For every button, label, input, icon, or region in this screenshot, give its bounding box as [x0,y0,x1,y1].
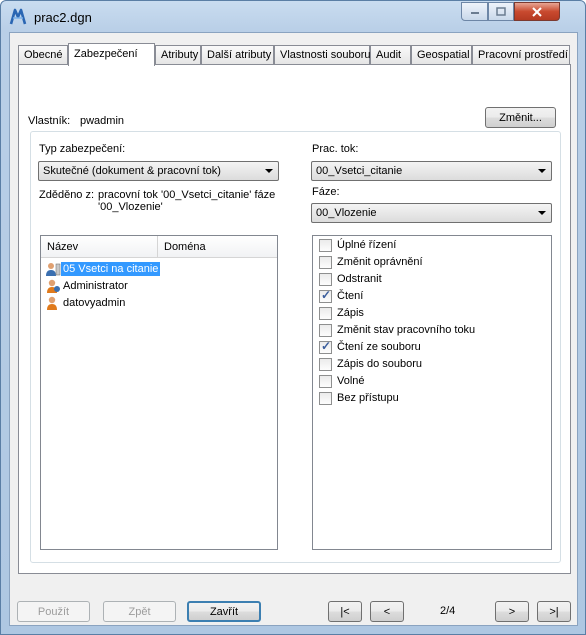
close-icon [532,6,542,17]
group-icon [46,263,61,276]
users-list-header: Název Doména [41,236,277,258]
maximize-button[interactable] [488,2,514,21]
security-type-select[interactable]: Skutečné (dokument & pracovní tok) [38,161,279,181]
checkbox[interactable] [319,324,332,337]
phase-select[interactable]: 00_Vlozenie [311,203,552,223]
tab-atributy[interactable]: Atributy [155,45,201,64]
change-owner-button[interactable]: Změnit... [485,107,556,128]
security-type-value: Skutečné (dokument & pracovní tok) [43,165,221,177]
check-icon: ✓ [321,288,332,302]
column-domain-header[interactable]: Doména [164,241,206,253]
permission-label: Změnit stav pracovního toku [337,324,476,336]
chevron-down-icon [538,169,546,173]
user-name: datovyadmin [63,297,126,309]
checkbox[interactable] [319,375,332,388]
tab-audit[interactable]: Audit [370,45,411,64]
permission-label: Čtení ze souboru [337,341,421,353]
checkbox-checked[interactable]: ✓ [319,288,332,303]
app-logo-icon [9,8,27,25]
next-page-button[interactable]: > [495,601,529,622]
inherited-label: Zděděno z: [39,189,95,201]
column-name-header[interactable]: Název [47,241,78,253]
check-icon: ✓ [321,339,332,353]
checkbox[interactable] [319,392,332,405]
tab-zabezpeceni[interactable]: Zabezpečení [68,43,155,66]
owner-value: pwadmin [80,115,125,127]
page-indicator: 2/4 [440,605,456,617]
users-list[interactable]: Název Doména 05 Vsetci na citanie Admini… [40,235,278,550]
dialog-client: Obecné Zabezpečení Atributy Další atribu… [9,32,578,626]
permission-label: Bez přístupu [337,392,399,404]
checkbox[interactable] [319,273,332,286]
apply-button[interactable]: Použít [17,601,90,622]
list-item[interactable]: Administrator [43,278,275,295]
user-name: Administrator [63,280,128,292]
column-separator[interactable] [157,236,158,257]
list-item[interactable]: 05 Vsetci na citanie [43,261,275,278]
user-name: 05 Vsetci na citanie [61,262,161,276]
permission-label: Odstranit [337,273,382,285]
title-bar[interactable]: prac2.dgn [1,1,585,33]
permission-label: Zápis [337,307,364,319]
last-page-button[interactable]: >| [537,601,571,622]
maximize-icon [496,7,506,16]
permission-label: Změnit oprávnění [337,256,423,268]
checkbox-checked[interactable]: ✓ [319,339,332,354]
checkbox[interactable] [319,307,332,320]
checkbox[interactable] [319,239,332,252]
workflow-label: Prac. tok: [312,143,359,155]
user-icon [47,296,57,310]
permissions-list[interactable]: Úplné řízení Změnit oprávnění Odstranit … [312,235,552,550]
tab-geospatial[interactable]: Geospatial [411,45,472,64]
inherited-value: pracovní tok '00_Vsetci_citanie' fáze '0… [98,189,276,213]
minimize-button[interactable] [461,2,488,21]
tab-vlastnosti-souboru[interactable]: Vlastnosti souboru [274,45,371,64]
close-button[interactable]: Zavřít [187,601,261,622]
owner-label: Vlastník: [28,115,71,127]
permission-label: Zápis do souboru [337,358,422,370]
prev-page-button[interactable]: < [370,601,404,622]
minimize-icon [470,11,479,14]
workflow-select[interactable]: 00_Vsetci_citanie [311,161,552,181]
workflow-value: 00_Vsetci_citanie [316,165,403,177]
tab-obecne[interactable]: Obecné [18,45,68,64]
window-title: prac2.dgn [34,10,92,25]
security-panel: Vlastník: pwadmin Změnit... Typ zabezpeč… [18,64,571,574]
permission-label: Volné [337,375,365,387]
list-item[interactable]: datovyadmin [43,295,275,312]
permission-label: Úplné řízení [337,239,397,251]
chevron-down-icon [538,211,546,215]
user-icon [47,279,60,293]
phase-value: 00_Vlozenie [316,207,377,219]
permission-label: Čtení [337,290,364,302]
checkbox[interactable] [319,358,332,371]
dialog-window: prac2.dgn Obecné Zabezpečení Atributy Da… [0,0,586,635]
close-window-button[interactable] [514,2,560,21]
tab-pracovni-prostredi[interactable]: Pracovní prostředí [472,45,570,64]
phase-label: Fáze: [312,186,340,198]
back-button[interactable]: Zpět [103,601,176,622]
security-type-label: Typ zabezpečení: [39,143,126,155]
checkbox[interactable] [319,256,332,269]
chevron-down-icon [265,169,273,173]
tab-dalsi-atributy[interactable]: Další atributy [201,45,274,64]
first-page-button[interactable]: |< [328,601,362,622]
